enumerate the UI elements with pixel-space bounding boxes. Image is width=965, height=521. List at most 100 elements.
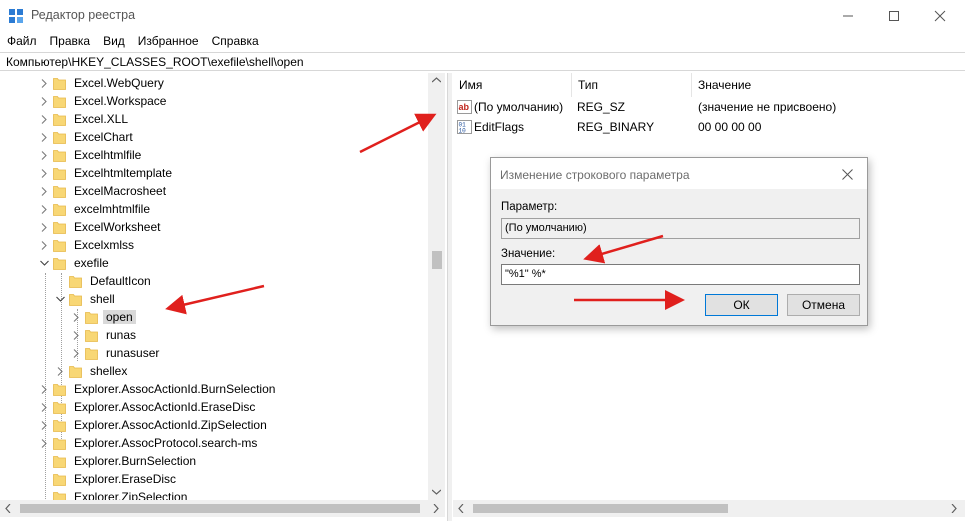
- tree-item[interactable]: Excel.WebQuery: [38, 74, 167, 92]
- string-value-icon: ab: [457, 100, 474, 114]
- scroll-right-icon[interactable]: [951, 504, 957, 513]
- tree-item[interactable]: Explorer.AssocActionId.EraseDisc: [38, 398, 258, 416]
- menu-file[interactable]: Файл: [0, 31, 43, 51]
- chevron-right-icon[interactable]: [38, 380, 50, 398]
- tree-item[interactable]: exefile: [38, 254, 112, 272]
- tree-item[interactable]: Explorer.BurnSelection: [38, 452, 199, 470]
- chevron-right-icon[interactable]: [38, 110, 50, 128]
- chevron-down-icon[interactable]: [54, 290, 66, 308]
- menu-view[interactable]: Вид: [96, 31, 131, 51]
- tree-item-label: exefile: [74, 256, 109, 270]
- tree-item-label: Explorer.AssocActionId.EraseDisc: [74, 400, 256, 414]
- list-row[interactable]: ab (По умолчанию) REG_SZ (значение не пр…: [453, 97, 965, 117]
- pane-splitter[interactable]: [447, 73, 452, 521]
- tree-item[interactable]: Explorer.EraseDisc: [38, 470, 179, 488]
- chevron-right-icon[interactable]: [38, 200, 50, 218]
- tree-item[interactable]: ExcelWorksheet: [38, 218, 163, 236]
- tree-item[interactable]: Explorer.AssocProtocol.search-ms: [38, 434, 260, 452]
- chevron-right-icon[interactable]: [38, 92, 50, 110]
- scroll-left-icon[interactable]: [458, 504, 464, 513]
- tree-item-label: Excel.XLL: [74, 112, 129, 126]
- scroll-up-icon[interactable]: [432, 77, 441, 83]
- folder-icon: [53, 436, 66, 450]
- tree-item[interactable]: Excelhtmltemplate: [38, 164, 175, 182]
- tree-item[interactable]: runas: [70, 326, 139, 344]
- dialog-close-button[interactable]: [837, 164, 857, 184]
- list-horizontal-scrollbar[interactable]: [453, 500, 965, 517]
- list-header: Имя Тип Значение: [453, 73, 965, 97]
- chevron-right-icon[interactable]: [54, 362, 66, 380]
- tree-vertical-scrollbar[interactable]: [428, 73, 445, 500]
- tree-item[interactable]: Excelhtmlfile: [38, 146, 144, 164]
- tree-item[interactable]: ExcelMacrosheet: [38, 182, 169, 200]
- value-data-input[interactable]: "%1" %*: [501, 264, 860, 285]
- menu-edit[interactable]: Правка: [43, 31, 97, 51]
- chevron-right-icon[interactable]: [38, 182, 50, 200]
- tree-item[interactable]: runasuser: [70, 344, 162, 362]
- tree-item[interactable]: DefaultIcon: [54, 272, 154, 290]
- tree-item[interactable]: shell: [54, 290, 118, 308]
- address-bar[interactable]: Компьютер\HKEY_CLASSES_ROOT\exefile\shel…: [0, 52, 965, 71]
- svg-text:ab: ab: [459, 102, 470, 112]
- ok-button[interactable]: ОК: [705, 294, 778, 316]
- tree-item[interactable]: open: [70, 308, 136, 326]
- maximize-button[interactable]: [871, 0, 917, 31]
- tree-item[interactable]: Explorer.AssocActionId.BurnSelection: [38, 380, 278, 398]
- folder-icon: [53, 148, 66, 162]
- tree-item-label: DefaultIcon: [90, 274, 151, 288]
- tree-item-label: ExcelMacrosheet: [74, 184, 167, 198]
- tree-item-label: ExcelWorksheet: [74, 220, 161, 234]
- tree-item-label: Explorer.BurnSelection: [74, 454, 197, 468]
- chevron-right-icon[interactable]: [38, 128, 50, 146]
- tree-item-label: shellex: [90, 364, 128, 378]
- tree-horizontal-scrollbar[interactable]: [0, 500, 445, 517]
- scroll-right-icon[interactable]: [433, 504, 439, 513]
- chevron-right-icon[interactable]: [38, 74, 50, 92]
- tree-item-label: Explorer.AssocActionId.ZipSelection: [74, 418, 267, 432]
- list-row[interactable]: 01 10 EditFlags REG_BINARY 00 00 00 00: [453, 117, 965, 137]
- menu-help[interactable]: Справка: [205, 31, 265, 51]
- chevron-right-icon[interactable]: [38, 146, 50, 164]
- tree-item[interactable]: Explorer.AssocActionId.ZipSelection: [38, 416, 270, 434]
- minimize-button[interactable]: [825, 0, 871, 31]
- column-header-type[interactable]: Тип: [572, 73, 692, 97]
- folder-icon: [85, 328, 98, 342]
- chevron-right-icon[interactable]: [70, 308, 82, 326]
- tree-item[interactable]: Excelxmlss: [38, 236, 137, 254]
- tree-item-label: Excel.Workspace: [74, 94, 167, 108]
- scroll-left-icon[interactable]: [5, 504, 11, 513]
- close-button[interactable]: [917, 0, 963, 31]
- folder-icon: [53, 238, 66, 252]
- column-header-value[interactable]: Значение: [692, 73, 965, 97]
- tree-connector: [38, 470, 50, 488]
- chevron-right-icon[interactable]: [38, 416, 50, 434]
- key-tree[interactable]: Excel.WebQuery Excel.Workspace Excel.XLL Ex…: [0, 73, 447, 521]
- list-horizontal-scroll-thumb[interactable]: [473, 504, 728, 513]
- menu-bar: Файл Правка Вид Избранное Справка: [0, 31, 965, 51]
- svg-text:10: 10: [459, 128, 467, 135]
- chevron-right-icon[interactable]: [38, 164, 50, 182]
- chevron-right-icon[interactable]: [38, 218, 50, 236]
- tree-item[interactable]: ExcelChart: [38, 128, 136, 146]
- chevron-right-icon[interactable]: [38, 398, 50, 416]
- tree-item[interactable]: excelmhtmlfile: [38, 200, 153, 218]
- chevron-right-icon[interactable]: [70, 344, 82, 362]
- chevron-right-icon[interactable]: [38, 236, 50, 254]
- chevron-right-icon[interactable]: [38, 434, 50, 452]
- value-data: (значение не присвоено): [698, 100, 837, 114]
- tree-horizontal-scroll-thumb[interactable]: [20, 504, 420, 513]
- folder-icon: [53, 130, 66, 144]
- cancel-button[interactable]: Отмена: [787, 294, 860, 316]
- scroll-down-icon[interactable]: [432, 489, 441, 495]
- chevron-down-icon[interactable]: [38, 254, 50, 272]
- tree-item[interactable]: shellex: [54, 362, 130, 380]
- tree-vertical-scroll-thumb[interactable]: [432, 251, 442, 269]
- tree-item-label: shell: [90, 292, 115, 306]
- folder-icon: [53, 184, 66, 198]
- chevron-right-icon[interactable]: [70, 326, 82, 344]
- column-header-name[interactable]: Имя: [453, 73, 572, 97]
- tree-item[interactable]: Excel.Workspace: [38, 92, 169, 110]
- menu-favorites[interactable]: Избранное: [131, 31, 205, 51]
- value-name: (По умолчанию): [474, 100, 564, 114]
- tree-item[interactable]: Excel.XLL: [38, 110, 131, 128]
